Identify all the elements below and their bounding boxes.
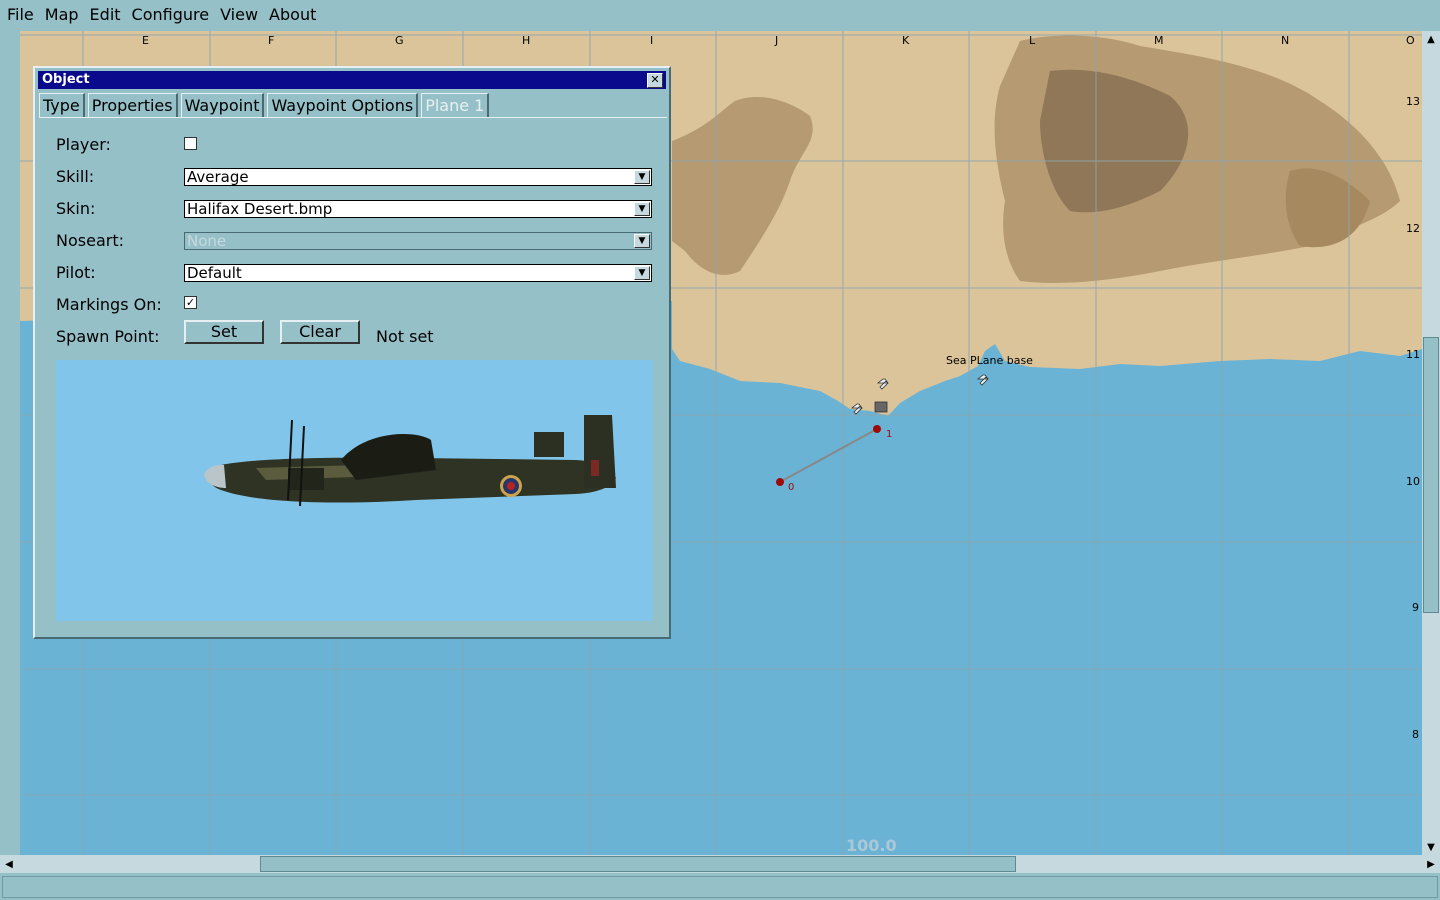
row-label: 9: [1412, 601, 1419, 614]
col-label: G: [395, 34, 404, 47]
chevron-down-icon: ▼: [634, 234, 650, 248]
dialog-tabs: Type Properties Waypoint Waypoint Option…: [39, 93, 492, 117]
col-label: F: [268, 34, 275, 47]
noseart-select: None ▼: [184, 232, 652, 250]
horizontal-scrollbar[interactable]: ◀ ▶: [0, 855, 1440, 873]
menu-view[interactable]: View: [213, 0, 262, 30]
pilot-value: Default: [187, 264, 242, 282]
menu-configure[interactable]: Configure: [125, 0, 214, 30]
pilot-select[interactable]: Default ▼: [184, 264, 652, 282]
col-label: O: [1406, 34, 1415, 47]
row-label: 11: [1406, 348, 1420, 361]
skin-label: Skin:: [56, 199, 96, 218]
noseart-label: Noseart:: [56, 231, 124, 250]
spawn-set-button[interactable]: Set: [184, 320, 264, 344]
col-label: M: [1154, 34, 1164, 47]
spawn-clear-button[interactable]: Clear: [280, 320, 360, 344]
row-label: 10: [1406, 475, 1420, 488]
chevron-down-icon[interactable]: ▼: [634, 202, 650, 216]
menu-edit[interactable]: Edit: [83, 0, 125, 30]
aircraft-preview: [56, 360, 653, 621]
col-label: L: [1029, 34, 1036, 47]
markings-checkbox[interactable]: ✓: [184, 296, 197, 309]
tab-waypoint-options[interactable]: Waypoint Options: [267, 93, 419, 117]
menu-map[interactable]: Map: [38, 0, 83, 30]
scroll-right-icon[interactable]: ▶: [1422, 856, 1440, 872]
row-label: 13: [1406, 95, 1420, 108]
row-label: 8: [1412, 728, 1419, 741]
col-label: J: [775, 34, 779, 47]
skin-select[interactable]: Halifax Desert.bmp ▼: [184, 200, 652, 218]
markings-label: Markings On:: [56, 295, 162, 314]
col-label: N: [1281, 34, 1290, 47]
noseart-value: None: [187, 232, 227, 250]
waypoint-label: 0: [788, 482, 795, 493]
bomber-aircraft-image: [204, 415, 616, 507]
vertical-scrollbar[interactable]: ▲ ▼: [1422, 31, 1440, 855]
object-dialog: Object ✕ Type Properties Waypoint Waypoi…: [33, 66, 671, 639]
col-label: E: [142, 34, 149, 47]
vertical-scroll-thumb[interactable]: [1423, 337, 1439, 613]
skill-value: Average: [187, 168, 249, 186]
status-bar: [2, 876, 1438, 898]
scroll-up-icon[interactable]: ▲: [1422, 31, 1440, 47]
skill-label: Skill:: [56, 167, 95, 186]
tab-waypoint[interactable]: Waypoint: [180, 93, 265, 117]
tab-plane-1[interactable]: Plane 1: [421, 93, 490, 117]
tab-type[interactable]: Type: [39, 93, 85, 117]
chevron-down-icon[interactable]: ▼: [634, 266, 650, 280]
plane-panel: Player: Skill: Average ▼ Skin: Halifax D…: [39, 117, 667, 638]
horizontal-scroll-thumb[interactable]: [260, 856, 1016, 872]
spawn-status: Not set: [376, 327, 434, 346]
chevron-down-icon[interactable]: ▼: [634, 170, 650, 184]
map-scale-label: 100.0: [846, 836, 897, 855]
scroll-left-icon[interactable]: ◀: [0, 856, 18, 872]
menu-file[interactable]: File: [0, 0, 38, 30]
col-label: K: [902, 34, 910, 47]
pilot-label: Pilot:: [56, 263, 96, 282]
location-label: Sea PLane base: [946, 354, 1033, 367]
dialog-titlebar[interactable]: Object ✕: [38, 71, 666, 89]
spawn-label: Spawn Point:: [56, 327, 160, 346]
menu-about[interactable]: About: [262, 0, 320, 30]
waypoint-label: 1: [886, 429, 893, 440]
skill-select[interactable]: Average ▼: [184, 168, 652, 186]
player-checkbox[interactable]: [184, 137, 197, 150]
tab-properties[interactable]: Properties: [87, 93, 178, 117]
close-icon[interactable]: ✕: [647, 73, 663, 88]
skin-value: Halifax Desert.bmp: [187, 200, 333, 218]
left-ruler: [0, 31, 20, 855]
player-label: Player:: [56, 135, 111, 154]
col-label: H: [522, 34, 531, 47]
scroll-down-icon[interactable]: ▼: [1422, 839, 1440, 855]
col-label: I: [650, 34, 654, 47]
menu-bar: File Map Edit Configure View About: [0, 0, 1440, 30]
dialog-title: Object: [42, 72, 90, 87]
row-label: 12: [1406, 222, 1420, 235]
